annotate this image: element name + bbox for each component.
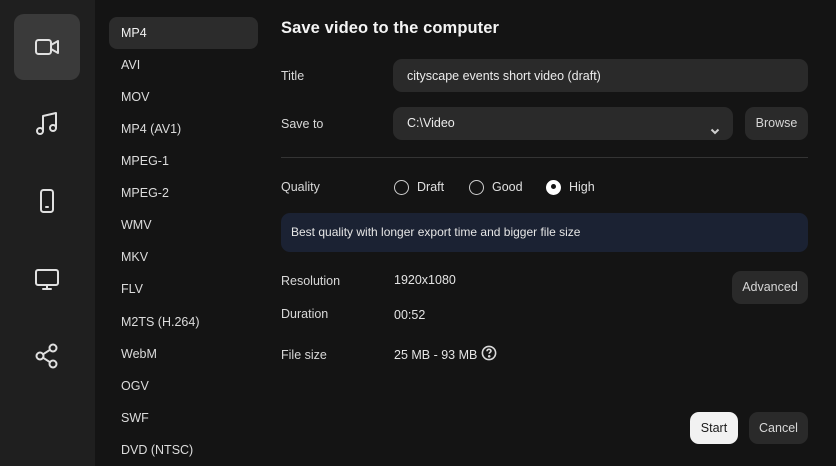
title-input[interactable] (393, 59, 808, 92)
chevron-down-icon (709, 117, 721, 135)
resolution-value: 1920x1080 (394, 273, 456, 287)
advanced-button[interactable]: Advanced (732, 271, 808, 304)
divider (281, 157, 808, 158)
save-to-select[interactable]: C:\Video (393, 107, 733, 140)
music-note-icon (36, 112, 57, 135)
format-item-ogv[interactable]: OGV (109, 370, 258, 402)
settings-panel: Save video to the computer Title Save to… (267, 0, 836, 466)
start-button[interactable]: Start (690, 412, 738, 444)
quality-high-label: High (569, 180, 595, 194)
format-list: MP4 AVI MOV MP4 (AV1) MPEG-1 MPEG-2 WMV … (95, 0, 267, 466)
rail-item-audio[interactable] (14, 91, 80, 157)
rail-item-tv[interactable] (14, 246, 80, 312)
format-item-flv[interactable]: FLV (109, 273, 258, 305)
format-item-mkv[interactable]: MKV (109, 241, 258, 273)
share-icon (35, 343, 58, 369)
format-item-mpeg1[interactable]: MPEG-1 (109, 145, 258, 177)
duration-label: Duration (281, 307, 329, 321)
quality-radio-draft[interactable]: Draft (394, 178, 444, 196)
format-item-mp4[interactable]: MP4 (109, 17, 258, 49)
quality-good-label: Good (492, 180, 523, 194)
format-item-m2ts[interactable]: M2TS (H.264) (109, 306, 258, 338)
save-to-label: Save to (281, 117, 324, 131)
rail-item-share[interactable] (14, 323, 80, 389)
page-title: Save video to the computer (281, 19, 500, 37)
radio-circle (469, 179, 484, 195)
format-item-mp4-av1[interactable]: MP4 (AV1) (109, 113, 258, 145)
format-item-avi[interactable]: AVI (109, 49, 258, 81)
filesize-value: 25 MB - 93 MB (394, 348, 478, 362)
quality-draft-label: Draft (417, 180, 445, 194)
quality-radio-high[interactable]: High (546, 178, 595, 196)
filesize-label: File size (281, 348, 327, 362)
video-camera-icon (35, 39, 59, 55)
save-to-value: C:\Video (407, 116, 455, 130)
quality-radio-good[interactable]: Good (469, 178, 523, 196)
format-item-dvd-ntsc[interactable]: DVD (NTSC) (109, 434, 258, 466)
phone-icon (40, 189, 54, 213)
radio-circle-selected (546, 179, 561, 195)
category-rail (0, 0, 95, 466)
format-item-wmv[interactable]: WMV (109, 209, 258, 241)
browse-button[interactable]: Browse (745, 107, 808, 140)
format-item-webm[interactable]: WebM (109, 338, 258, 370)
export-dialog: MP4 AVI MOV MP4 (AV1) MPEG-1 MPEG-2 WMV … (0, 0, 836, 466)
quality-info-box: Best quality with longer export time and… (281, 213, 808, 252)
title-label: Title (281, 69, 305, 83)
rail-item-video[interactable] (14, 14, 80, 80)
resolution-label: Resolution (281, 274, 341, 288)
help-icon[interactable] (481, 345, 497, 361)
radio-circle (394, 179, 409, 195)
quality-label: Quality (281, 180, 320, 194)
duration-value: 00:52 (394, 308, 426, 322)
format-item-mov[interactable]: MOV (109, 81, 258, 113)
cancel-button[interactable]: Cancel (749, 412, 808, 444)
format-item-mpeg2[interactable]: MPEG-2 (109, 177, 258, 209)
monitor-icon (35, 269, 59, 290)
format-item-swf[interactable]: SWF (109, 402, 258, 434)
rail-item-device[interactable] (14, 168, 80, 234)
